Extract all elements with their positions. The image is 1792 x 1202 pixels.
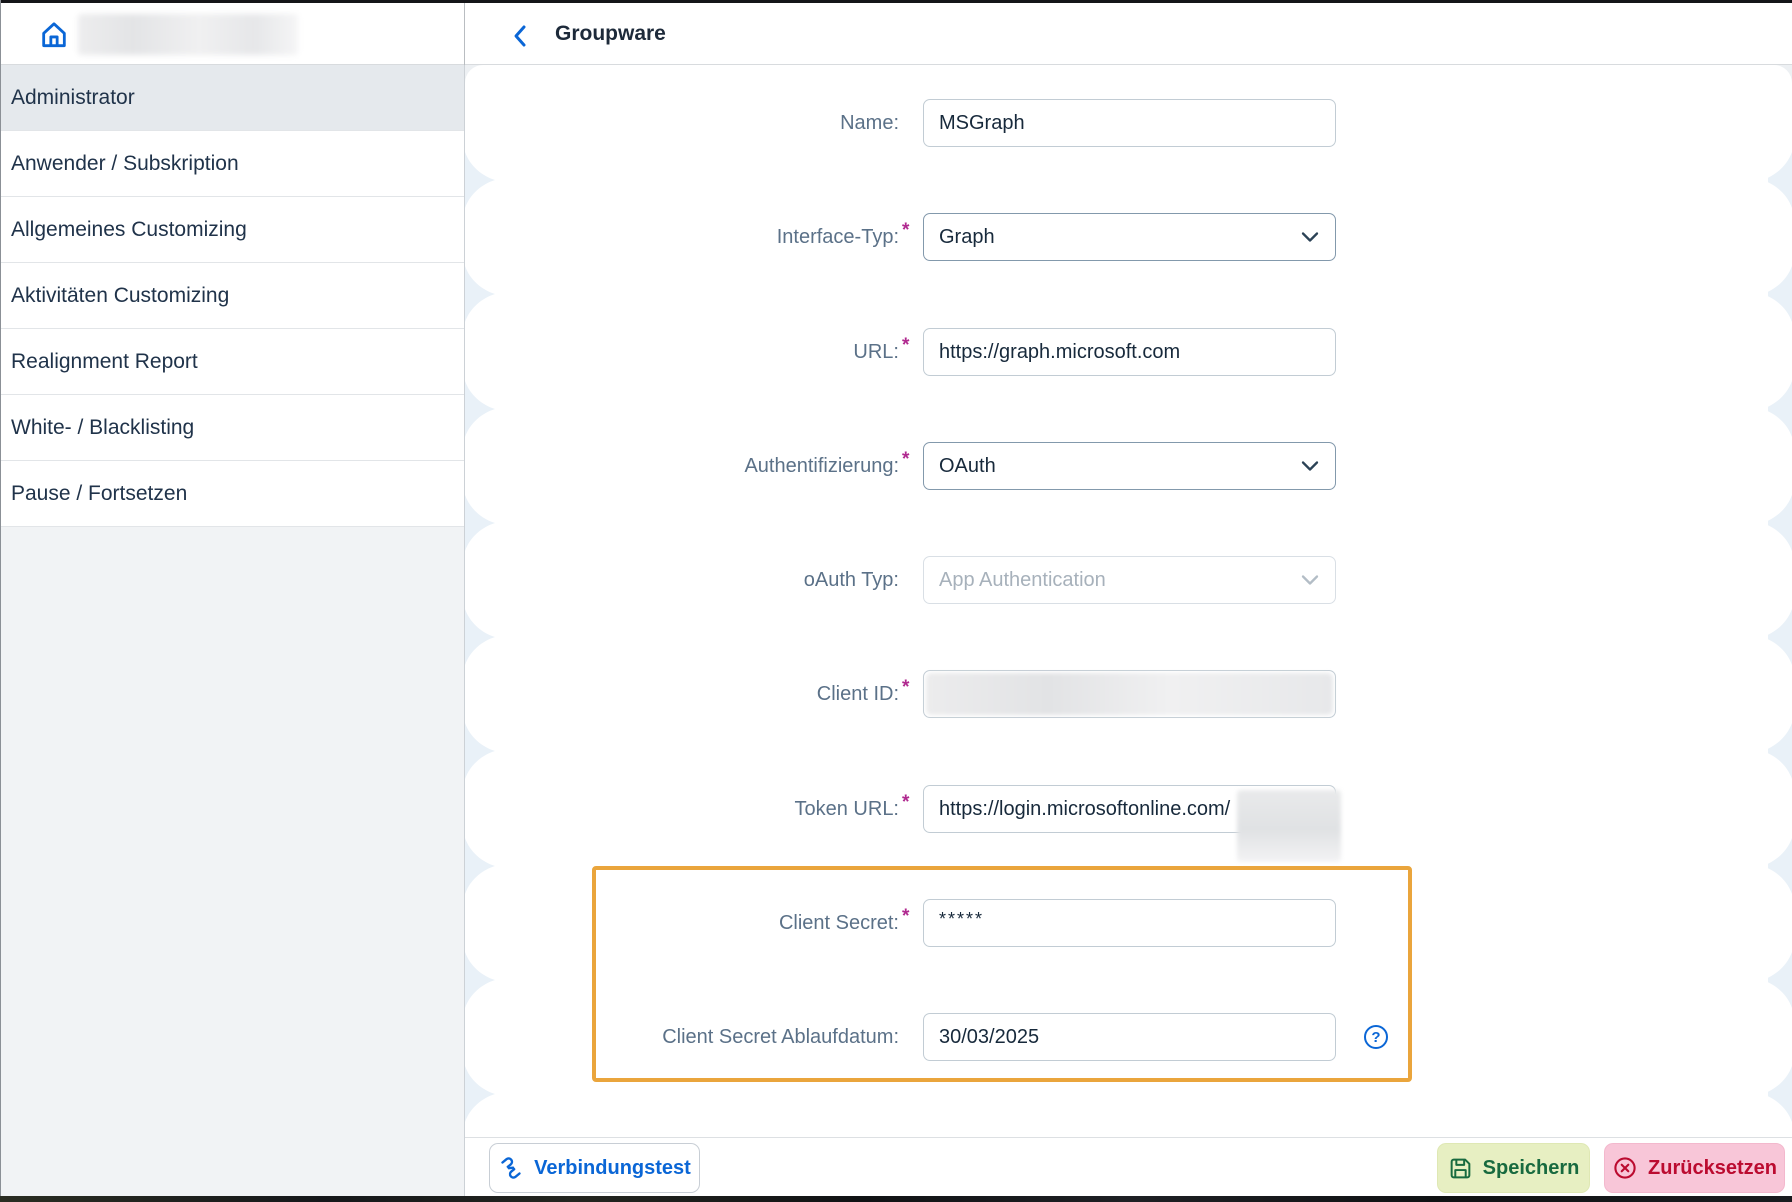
field-label-token-url: Token URL: [505, 795, 899, 823]
header-divider [464, 3, 465, 65]
form: Name:MSGraphInterface-Typ:*GraphURL:*htt… [0, 0, 1792, 1202]
field-value: OAuth [939, 455, 996, 478]
back-button[interactable] [505, 21, 535, 51]
field-label-authentifizierung: Authentifizierung: [505, 452, 899, 480]
required-asterisk: * [902, 449, 916, 471]
field-label-url: URL: [505, 338, 899, 366]
field-value: Graph [939, 226, 995, 249]
required-asterisk: * [902, 677, 916, 699]
chevron-down-icon [1300, 230, 1320, 244]
input-client-secret-ablaufdatum[interactable]: 30/03/2025 [923, 1013, 1336, 1061]
input-token-url[interactable]: https://login.microsoftonline.com/ [923, 785, 1336, 833]
select-interface-typ[interactable]: Graph [923, 213, 1336, 261]
link-icon [498, 1155, 524, 1181]
chevron-left-icon [509, 23, 531, 49]
field-label-client-secret-ablaufdatum: Client Secret Ablaufdatum: [505, 1023, 899, 1051]
top-bar: Groupware [0, 3, 1792, 65]
field-label-client-secret: Client Secret: [505, 909, 899, 937]
window-left-edge [0, 0, 1, 1202]
field-value: https://graph.microsoft.com [939, 341, 1180, 364]
select-oauth-typ: App Authentication [923, 556, 1336, 604]
input-url[interactable]: https://graph.microsoft.com [923, 328, 1336, 376]
input-name[interactable]: MSGraph [923, 99, 1336, 147]
connection-test-label: Verbindungstest [534, 1157, 691, 1180]
select-authentifizierung[interactable]: OAuth [923, 442, 1336, 490]
field-label-client-id: Client ID: [505, 680, 899, 708]
field-label-name: Name: [505, 109, 899, 137]
connection-test-button[interactable]: Verbindungstest [489, 1143, 700, 1193]
field-value: MSGraph [939, 112, 1025, 135]
required-asterisk: * [902, 792, 916, 814]
reset-button[interactable]: Zurücksetzen [1604, 1143, 1785, 1193]
footer-bar: Verbindungstest Speichern Zurücksetzen [465, 1138, 1792, 1196]
field-value: ***** [939, 909, 984, 930]
reset-label: Zurücksetzen [1648, 1157, 1777, 1180]
required-asterisk: * [902, 335, 916, 357]
cancel-circle-icon [1612, 1155, 1638, 1181]
svg-text:?: ? [1371, 1029, 1380, 1046]
save-icon [1448, 1156, 1473, 1181]
required-asterisk: * [902, 220, 916, 242]
home-button[interactable] [36, 17, 72, 53]
field-value: https://login.microsoftonline.com/ [939, 798, 1230, 821]
required-asterisk: * [902, 906, 916, 928]
redaction-overlay [926, 673, 1333, 715]
field-label-interface-typ: Interface-Typ: [505, 223, 899, 251]
help-button[interactable]: ? [1362, 1023, 1390, 1051]
chevron-down-icon [1300, 573, 1320, 587]
save-label: Speichern [1483, 1157, 1580, 1180]
chevron-down-icon [1300, 459, 1320, 473]
window-bottom-edge [0, 1196, 1792, 1202]
redaction-overlay [1237, 790, 1341, 862]
input-client-id[interactable] [923, 670, 1336, 718]
window-top-edge [0, 0, 1792, 3]
page-title: Groupware [555, 3, 666, 65]
app-logo-redacted [78, 14, 298, 55]
save-button[interactable]: Speichern [1437, 1143, 1590, 1193]
home-icon [37, 18, 71, 52]
input-client-secret[interactable]: ***** [923, 899, 1336, 947]
help-icon: ? [1362, 1023, 1390, 1051]
field-label-oauth-typ: oAuth Typ: [505, 566, 899, 594]
field-value: App Authentication [939, 569, 1106, 592]
field-value: 30/03/2025 [939, 1026, 1039, 1049]
